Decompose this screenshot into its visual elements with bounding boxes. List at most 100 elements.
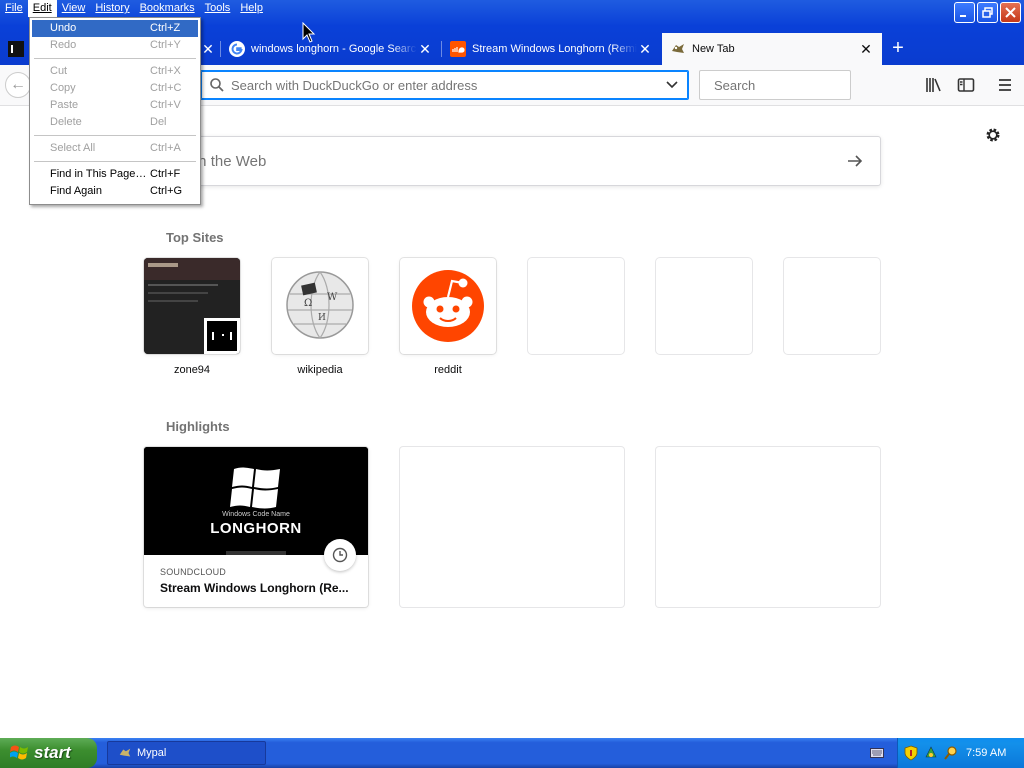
keyboard-icon[interactable] (870, 747, 884, 759)
highlight-card-soundcloud[interactable]: Windows Code Name LONGHORN SOUNDCLOUD St… (144, 447, 368, 607)
menu-item-redo: Redo Ctrl+Y (32, 37, 198, 54)
menu-item-select-all: Select All Ctrl+A (32, 140, 198, 157)
menu-edit[interactable]: Edit (27, 0, 57, 17)
url-input[interactable] (231, 77, 662, 93)
top-site-tile-zone94[interactable] (144, 258, 240, 354)
menu-item-label: Delete (50, 116, 82, 128)
menu-separator (34, 161, 196, 162)
highlight-image-caption: LONGHORN (210, 520, 302, 537)
menu-item-shortcut: Ctrl+A (150, 142, 181, 154)
top-site-tile-empty (656, 258, 752, 354)
menu-item-delete: Delete Del (32, 114, 198, 131)
menu-item-shortcut: Ctrl+G (150, 185, 183, 197)
windows-flag-icon (10, 745, 28, 760)
tab-new-tab[interactable]: New Tab ✕ (662, 33, 882, 65)
minimize-button[interactable] (954, 2, 975, 23)
highlights-heading: Highlights (166, 419, 230, 434)
reddit-icon (412, 270, 484, 342)
mouse-cursor-icon (302, 22, 316, 43)
menu-history[interactable]: History (90, 0, 134, 17)
menu-item-shortcut: Del (150, 116, 167, 128)
menu-item-label: Find Again (50, 185, 102, 197)
security-shield-icon[interactable] (904, 745, 918, 761)
clock-icon (332, 547, 348, 563)
taskbar-item-mypal[interactable]: Mypal (107, 741, 266, 765)
menu-file[interactable]: File (0, 0, 28, 17)
search-input[interactable] (714, 77, 890, 93)
highlight-card-empty (400, 447, 624, 607)
close-icon (1005, 7, 1016, 18)
url-bar[interactable] (200, 70, 689, 100)
mypal-icon (119, 748, 131, 757)
top-site-tile-empty (784, 258, 880, 354)
taskbar: start Mypal 7:59 AM (0, 738, 1024, 768)
mypal-icon (672, 44, 684, 53)
menu-item-shortcut: Ctrl+V (150, 99, 181, 111)
hamburger-menu-icon[interactable] (996, 76, 1014, 94)
close-window-button[interactable] (1000, 2, 1021, 23)
search-icon (210, 78, 224, 92)
menu-item-copy: Copy Ctrl+C (32, 80, 198, 97)
menu-item-label: Undo (50, 22, 77, 34)
menu-item-shortcut: Ctrl+Y (150, 39, 181, 51)
menu-item-find-in-page[interactable]: Find in This Page… Ctrl+F (32, 166, 198, 183)
chevron-down-icon[interactable] (662, 75, 682, 95)
tab-soundcloud[interactable]: Stream Windows Longhorn (Remix) ✕ (442, 33, 661, 65)
menu-help[interactable]: Help (235, 0, 268, 17)
library-icon[interactable] (925, 76, 943, 94)
wikipedia-globe-icon: Ω W И (286, 271, 354, 339)
arrow-left-icon: ← (10, 76, 26, 93)
tab-close-icon[interactable]: ✕ (858, 41, 874, 58)
arrow-right-icon[interactable] (846, 152, 864, 170)
system-tray: 7:59 AM (897, 738, 1024, 768)
tab-close-icon[interactable]: ✕ (200, 41, 216, 58)
menu-item-label: Find in This Page… (50, 168, 147, 180)
gear-icon[interactable] (984, 126, 1002, 144)
top-sites-heading: Top Sites (166, 230, 224, 245)
menu-item-find-again[interactable]: Find Again Ctrl+G (32, 183, 198, 200)
top-site-tile-reddit[interactable] (400, 258, 496, 354)
svg-text:Ω: Ω (304, 298, 312, 309)
highlight-card-empty (656, 447, 880, 607)
restore-icon (982, 7, 993, 18)
top-site-tile-empty (528, 258, 624, 354)
network-icon[interactable] (924, 745, 938, 761)
menu-separator (34, 135, 196, 136)
restore-button[interactable] (977, 2, 998, 23)
new-tab-button[interactable]: + (888, 38, 908, 59)
sidebar-icon[interactable] (957, 76, 975, 94)
taskbar-item-label: Mypal (137, 747, 167, 759)
web-search-box[interactable] (144, 136, 881, 186)
search-bar[interactable] (699, 70, 890, 100)
start-button[interactable]: start (0, 738, 97, 768)
menu-bookmarks[interactable]: Bookmarks (135, 0, 200, 17)
back-button[interactable]: ← (5, 72, 31, 98)
soundcloud-icon (450, 41, 466, 57)
svg-text:W: W (327, 292, 338, 303)
menu-view[interactable]: View (57, 0, 91, 17)
tab-title: Stream Windows Longhorn (Remix) (472, 43, 637, 55)
svg-text:И: И (318, 313, 326, 323)
tab-close-icon[interactable]: ✕ (637, 41, 653, 58)
google-icon (229, 41, 245, 57)
tab-close-hidden[interactable]: ✕ (200, 33, 220, 65)
menu-item-undo[interactable]: Undo Ctrl+Z (32, 20, 198, 37)
highlight-source: SOUNDCLOUD (160, 567, 227, 577)
top-site-label: reddit (434, 364, 462, 376)
highlight-image-caption-small: Windows Code Name (222, 511, 290, 518)
window-controls (954, 2, 1021, 23)
menu-item-label: Select All (50, 142, 96, 154)
menu-tools[interactable]: Tools (200, 0, 236, 17)
tab-partial-hidden[interactable] (0, 33, 28, 65)
zone94-favicon-icon (8, 41, 24, 57)
web-search-input[interactable] (145, 152, 846, 170)
search-magnifier-icon[interactable] (944, 745, 958, 761)
tab-title: windows longhorn - Google Search (251, 43, 417, 55)
menu-item-shortcut: Ctrl+F (150, 168, 181, 180)
clock: 7:59 AM (966, 747, 1007, 759)
top-site-tile-wikipedia[interactable]: Ω W И (272, 258, 368, 354)
edit-menu-dropdown: Undo Ctrl+Z Redo Ctrl+Y Cut Ctrl+X Copy … (29, 17, 201, 205)
tab-close-icon[interactable]: ✕ (417, 41, 433, 58)
tab-google-search[interactable]: windows longhorn - Google Search ✕ (221, 33, 441, 65)
menu-item-cut: Cut Ctrl+X (32, 63, 198, 80)
